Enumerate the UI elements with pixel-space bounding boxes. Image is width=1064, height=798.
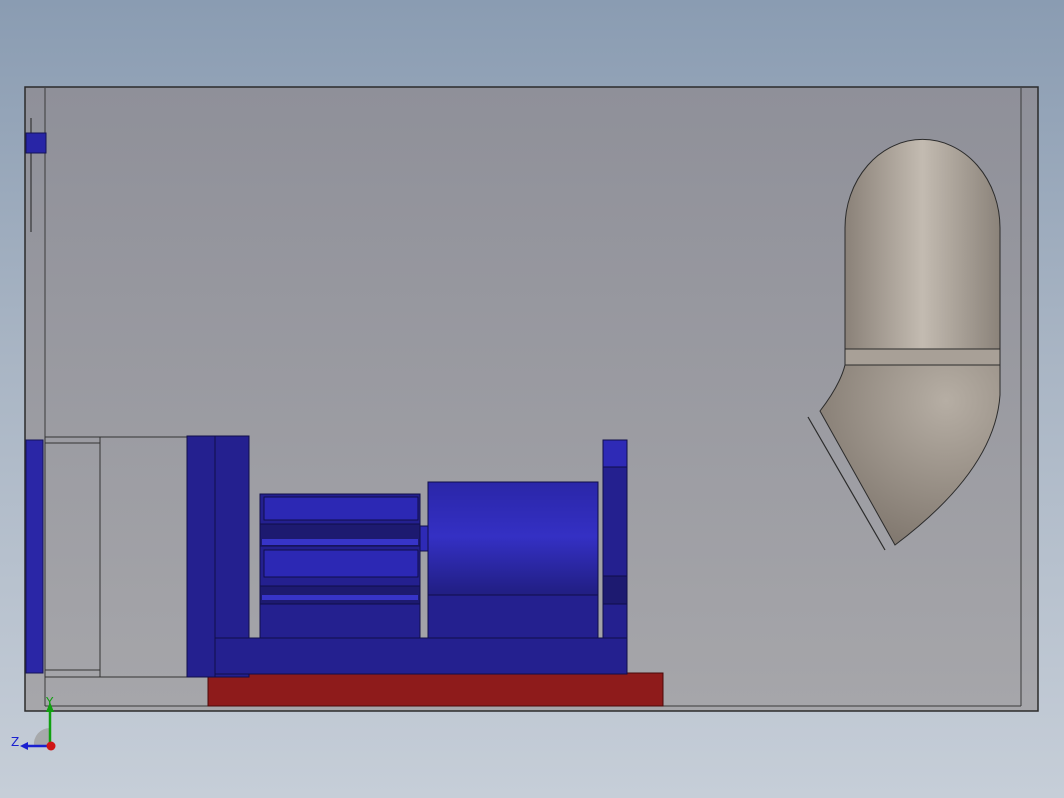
cad-viewport[interactable]: Z Y [0,0,1064,798]
z-axis-label: Z [11,735,19,749]
x-axis-dot [46,741,56,751]
y-axis-label: Y [45,695,54,709]
base-plate[interactable] [207,672,664,707]
pipe-stub[interactable] [25,132,47,154]
